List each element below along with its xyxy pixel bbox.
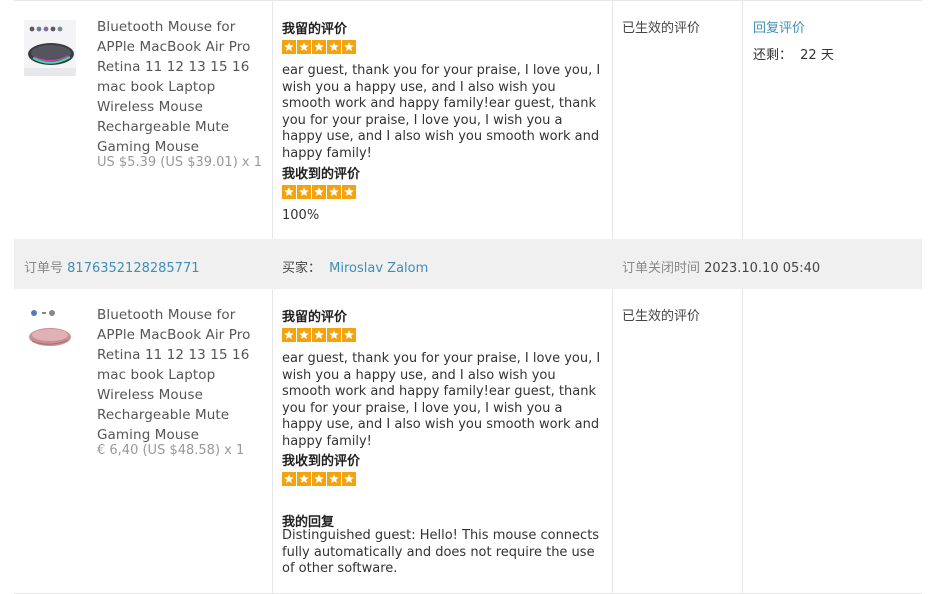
remaining-days: 还剩： 22 天	[753, 44, 834, 63]
star-icon	[312, 185, 326, 199]
received-review-stars	[282, 472, 356, 486]
received-review-heading: 我收到的评价	[282, 454, 361, 469]
column-divider	[272, 0, 273, 239]
star-icon	[297, 328, 311, 342]
product-title[interactable]: Bluetooth Mouse for APPle MacBook Air Pr…	[97, 305, 269, 445]
star-icon	[342, 472, 356, 486]
my-review-text: ear guest, thank you for your praise, I …	[282, 63, 601, 161]
product-image[interactable]	[24, 20, 76, 76]
column-divider	[612, 289, 613, 594]
remaining-value: 22 天	[800, 48, 834, 63]
order-closed-time: 订单关闭时间 2023.10.10 05:40	[622, 257, 820, 276]
column-divider	[742, 289, 743, 594]
column-divider	[272, 289, 273, 594]
star-icon	[282, 328, 296, 342]
star-icon	[342, 40, 356, 54]
star-icon	[342, 328, 356, 342]
row-divider	[14, 0, 922, 1]
star-icon	[282, 40, 296, 54]
my-review-heading: 我留的评价	[282, 310, 348, 325]
product-price: US $5.39 (US $39.01) x 1	[97, 155, 263, 170]
order-number: 订单号 8176352128285771	[24, 257, 200, 276]
star-icon	[312, 40, 326, 54]
review-status: 已生效的评价	[622, 309, 701, 324]
my-review-stars	[282, 40, 356, 54]
star-icon	[342, 185, 356, 199]
closed-time-value: 2023.10.10 05:40	[704, 261, 821, 276]
received-review-score: 100%	[282, 208, 320, 223]
star-icon	[327, 472, 341, 486]
star-icon	[312, 328, 326, 342]
reply-review-link[interactable]: 回复评价	[753, 17, 805, 36]
review-status: 已生效的评价	[622, 21, 701, 36]
order-number-link[interactable]: 8176352128285771	[67, 261, 199, 276]
my-review-heading: 我留的评价	[282, 22, 348, 37]
buyer-info: 买家： Miroslav Zalom	[282, 257, 428, 276]
received-review-heading: 我收到的评价	[282, 167, 361, 182]
my-review-text: ear guest, thank you for your praise, I …	[282, 351, 601, 449]
product-image[interactable]	[24, 306, 76, 354]
product-title[interactable]: Bluetooth Mouse for APPle MacBook Air Pr…	[97, 17, 269, 157]
star-icon	[297, 472, 311, 486]
my-review-stars	[282, 328, 356, 342]
order-number-label: 订单号	[24, 261, 64, 276]
received-review-stars	[282, 185, 356, 199]
closed-time-label: 订单关闭时间	[622, 261, 701, 276]
column-divider	[742, 0, 743, 239]
star-icon	[327, 328, 341, 342]
star-icon	[297, 185, 311, 199]
star-icon	[297, 40, 311, 54]
star-icon	[312, 472, 326, 486]
buyer-name-link[interactable]: Miroslav Zalom	[329, 261, 428, 276]
remaining-label: 还剩：	[753, 48, 793, 63]
star-icon	[327, 40, 341, 54]
my-reply-text: Distinguished guest: Hello! This mouse c…	[282, 528, 600, 576]
star-icon	[282, 472, 296, 486]
star-icon	[282, 185, 296, 199]
star-icon	[327, 185, 341, 199]
column-divider	[612, 0, 613, 239]
buyer-label: 买家：	[282, 261, 322, 276]
product-price: € 6,40 (US $48.58) x 1	[97, 443, 245, 458]
